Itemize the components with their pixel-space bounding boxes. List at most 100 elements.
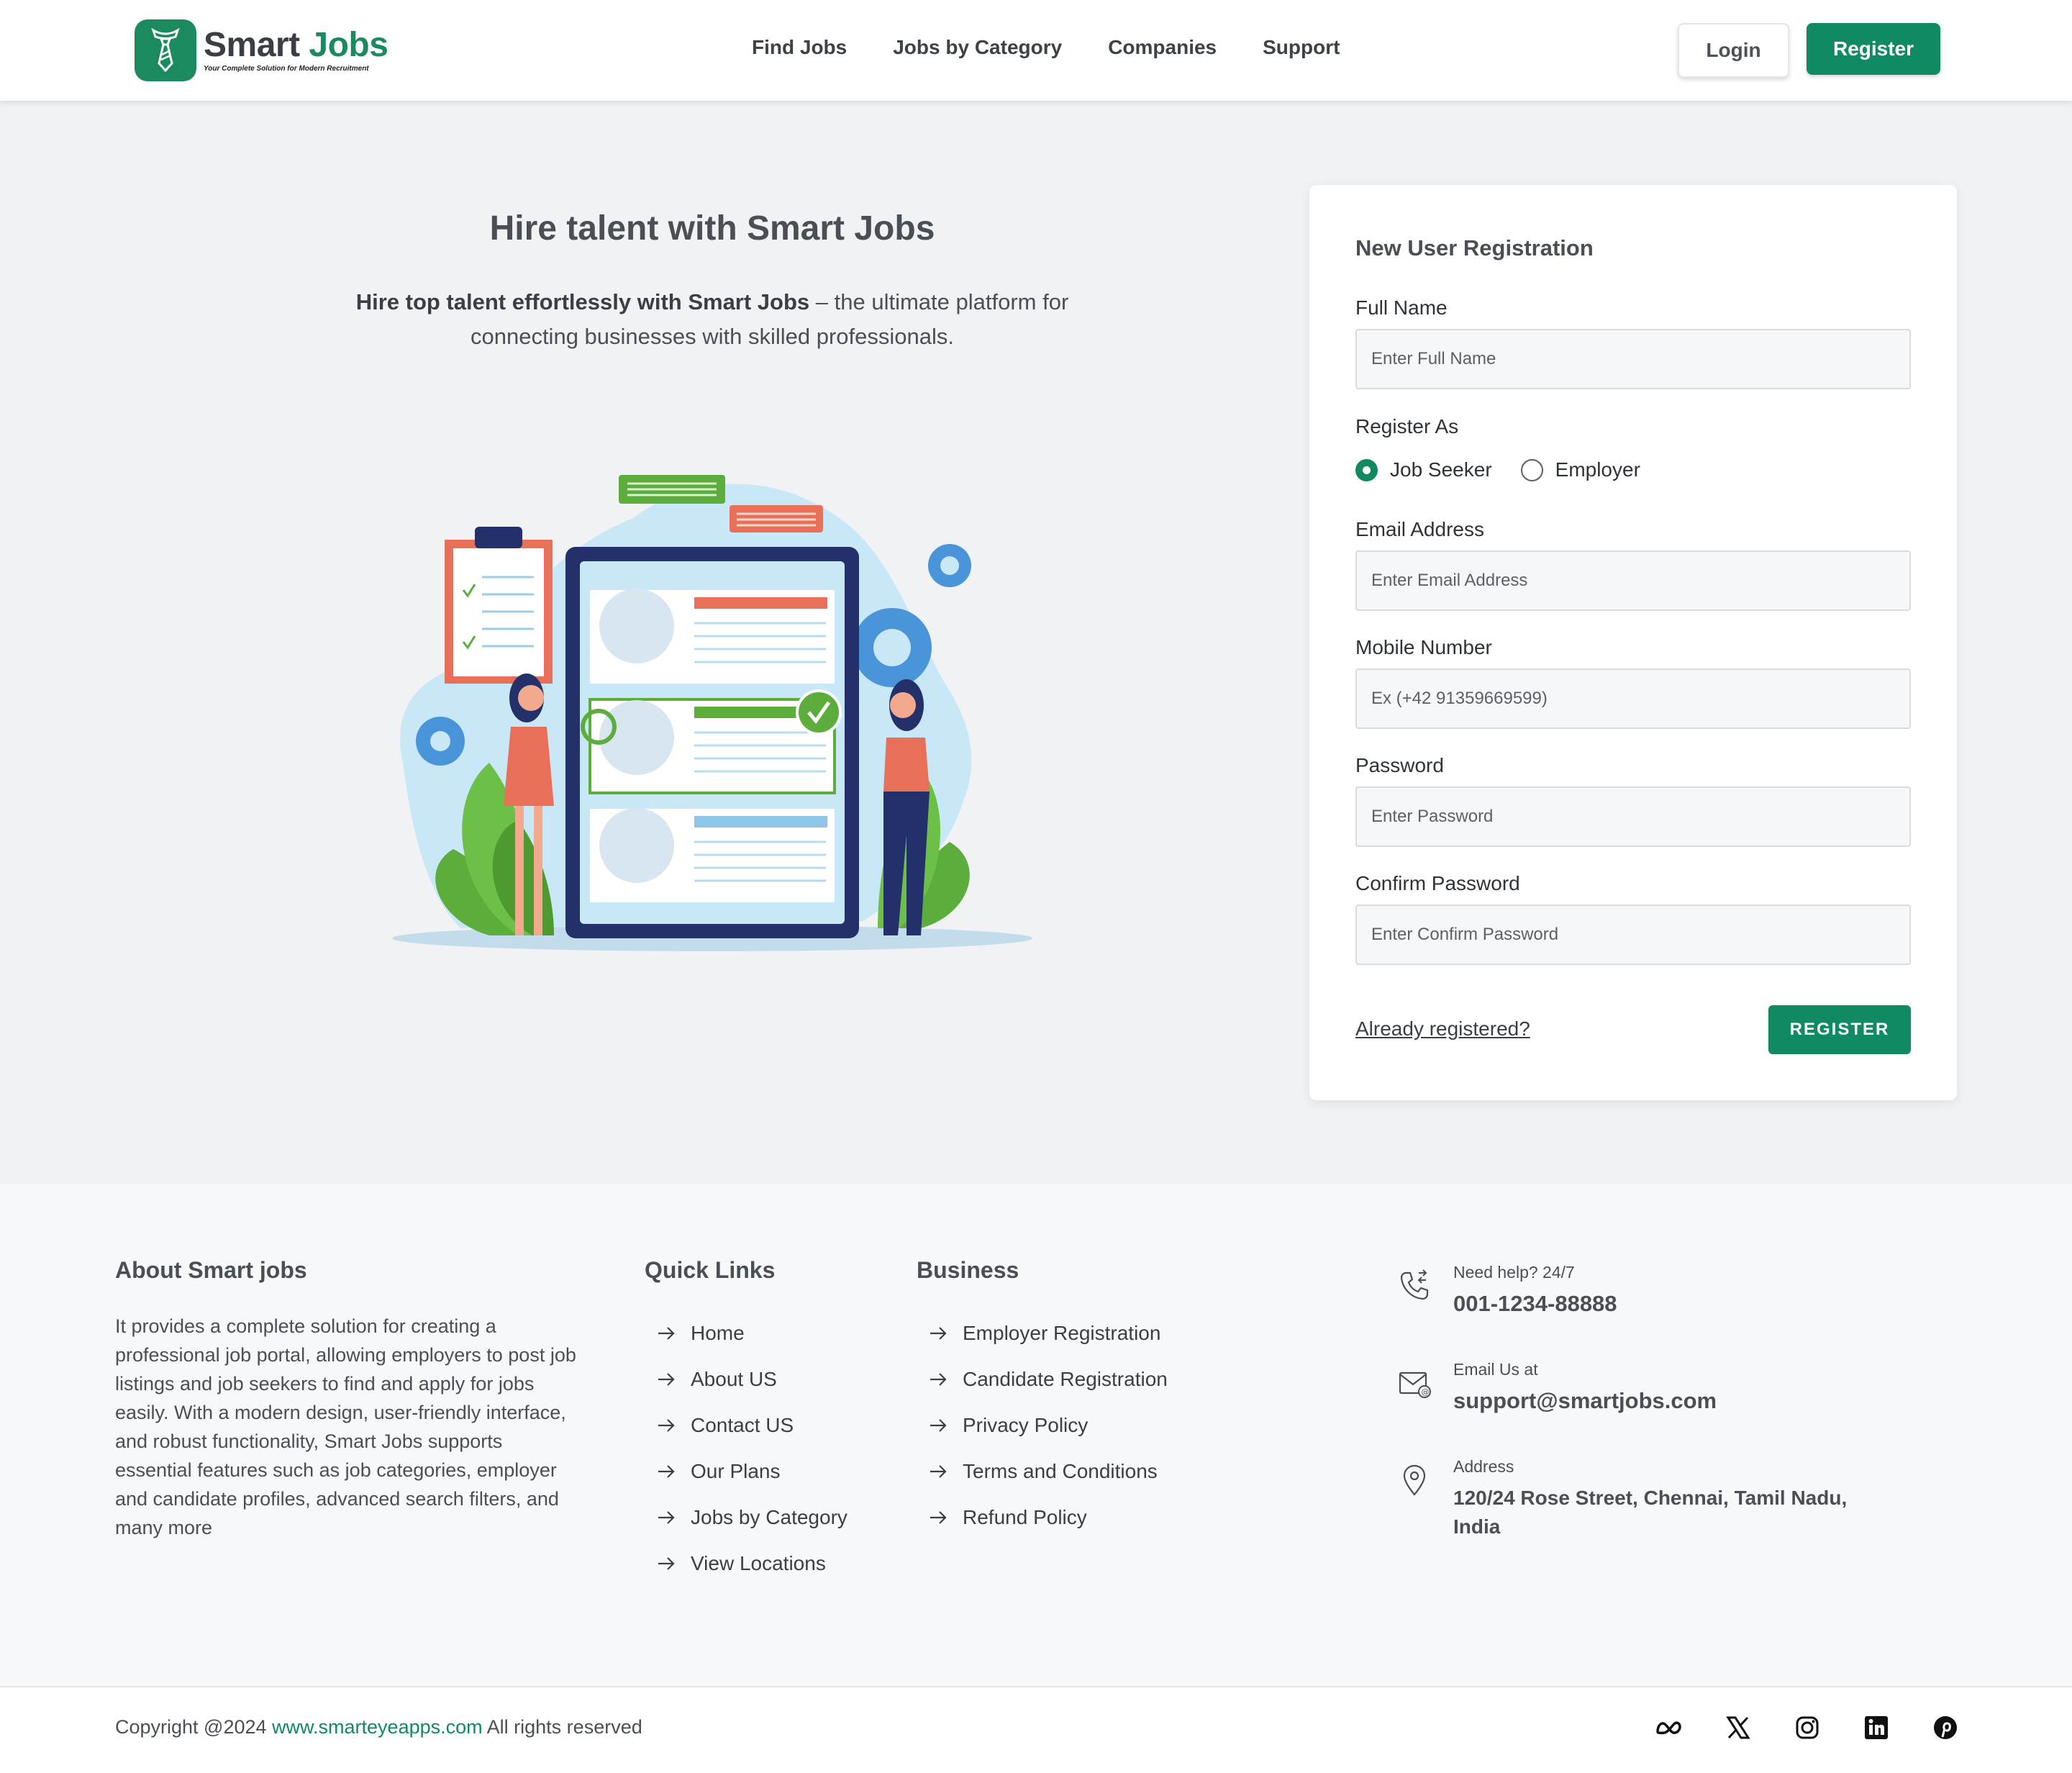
phone-label: Need help? 24/7 (1453, 1263, 1575, 1282)
footer-quick-links-heading: Quick Links (645, 1257, 776, 1283)
address-label: Address (1453, 1457, 1514, 1476)
hero-description: Hire top talent effortlessly with Smart … (345, 285, 1079, 354)
nav-jobs-by-category[interactable]: Jobs by Category (893, 36, 1062, 59)
footer-link-about-label: About US (691, 1368, 777, 1390)
radio-employer[interactable]: Employer (1520, 458, 1640, 481)
bottom-bar: Copyright @2024 www.smarteyeapps.com All… (0, 1686, 2072, 1773)
phone-number[interactable]: 001-1234-88888 (1453, 1289, 1617, 1318)
footer-link-refund-policy[interactable]: Refund Policy (917, 1495, 1168, 1541)
tie-icon (135, 19, 196, 81)
radio-checked-icon[interactable] (1355, 458, 1378, 481)
footer-address-block: Address 120/24 Rose Street, Chennai, Tam… (1397, 1457, 1856, 1541)
arrow-right-icon (658, 1419, 675, 1432)
arrow-right-icon (930, 1327, 947, 1340)
register-submit-button[interactable]: REGISTER (1768, 1005, 1911, 1054)
footer-link-employer-registration[interactable]: Employer Registration (917, 1310, 1168, 1356)
email-icon: @ (1399, 1371, 1431, 1398)
footer-link-view-locations[interactable]: View Locations (645, 1541, 848, 1587)
radio-employer-label: Employer (1555, 458, 1640, 481)
arrow-right-icon (930, 1419, 947, 1432)
nav-companies[interactable]: Companies (1108, 36, 1217, 59)
password-label: Password (1355, 754, 1444, 776)
footer-quick-links: Home About US Contact US Our Plans Jobs … (645, 1310, 848, 1587)
email-label: Email Address (1355, 518, 1484, 540)
footer-phone-block: Need help? 24/7 001-1234-88888 (1397, 1263, 1617, 1318)
arrow-right-icon (930, 1465, 947, 1478)
radio-unchecked-icon[interactable] (1520, 458, 1543, 481)
register-as-label: Register As (1355, 415, 1459, 437)
linkedin-icon[interactable] (1862, 1713, 1891, 1742)
full-name-input[interactable] (1355, 329, 1911, 389)
footer-email-block: @ Email Us at support@smartjobs.com (1397, 1360, 1717, 1415)
brand-name-part2: Jobs (309, 26, 388, 64)
footer-about-text: It provides a complete solution for crea… (115, 1315, 576, 1538)
brand-name-part1: Smart (204, 26, 300, 64)
confirm-password-input[interactable] (1355, 904, 1911, 965)
footer-link-home[interactable]: Home (645, 1310, 848, 1356)
brand-name: Smart Jobs (204, 28, 388, 63)
support-email[interactable]: support@smartjobs.com (1453, 1387, 1717, 1415)
footer-link-jobs-by-category[interactable]: Jobs by Category (645, 1495, 848, 1541)
registration-title: New User Registration (1355, 235, 1594, 260)
register-as-group: Job Seeker Employer (1355, 458, 1669, 481)
copyright-prefix: Copyright @2024 (115, 1716, 273, 1738)
footer-business-heading: Business (917, 1257, 1019, 1283)
footer-link-about[interactable]: About US (645, 1356, 848, 1402)
footer-business-links: Employer Registration Candidate Registra… (917, 1310, 1168, 1541)
location-pin-icon (1403, 1464, 1426, 1496)
brand-logo[interactable]: Smart Jobs Your Complete Solution for Mo… (135, 19, 388, 81)
footer-about-heading: About Smart jobs (115, 1257, 307, 1283)
arrow-right-icon (658, 1557, 675, 1570)
copyright-site-link[interactable]: www.smarteyeapps.com (272, 1716, 483, 1738)
registration-card: New User Registration Full Name Register… (1309, 185, 1957, 1100)
footer-link-terms-label: Terms and Conditions (963, 1460, 1158, 1482)
email-label-footer: Email Us at (1453, 1360, 1538, 1379)
x-icon[interactable] (1724, 1713, 1753, 1742)
arrow-right-icon (930, 1373, 947, 1386)
footer-link-candidate-registration[interactable]: Candidate Registration (917, 1356, 1168, 1402)
arrow-right-icon (658, 1511, 675, 1524)
arrow-right-icon (930, 1511, 947, 1524)
nav-find-jobs[interactable]: Find Jobs (752, 36, 847, 59)
radio-job-seeker[interactable]: Job Seeker (1355, 458, 1492, 481)
footer-link-privacy-policy-label: Privacy Policy (963, 1414, 1089, 1436)
footer-link-candidate-registration-label: Candidate Registration (963, 1368, 1168, 1390)
hiring-illustration (374, 461, 1050, 964)
mobile-label: Mobile Number (1355, 636, 1492, 658)
login-button[interactable]: Login (1678, 23, 1789, 78)
mobile-input[interactable] (1355, 668, 1911, 729)
already-registered-link[interactable]: Already registered? (1355, 1017, 1530, 1040)
confirm-password-label: Confirm Password (1355, 872, 1520, 894)
register-header-button[interactable]: Register (1807, 23, 1940, 75)
footer-link-jobs-by-category-label: Jobs by Category (691, 1506, 848, 1528)
hero-title: Hire talent with Smart Jobs (489, 209, 935, 248)
instagram-icon[interactable] (1793, 1713, 1822, 1742)
full-name-label: Full Name (1355, 296, 1448, 319)
password-input[interactable] (1355, 786, 1911, 847)
footer-link-refund-policy-label: Refund Policy (963, 1506, 1087, 1528)
site-footer: About Smart jobs It provides a complete … (0, 1184, 2072, 1687)
footer-link-contact[interactable]: Contact US (645, 1402, 848, 1448)
radio-job-seeker-label: Job Seeker (1390, 458, 1492, 481)
footer-link-employer-registration-label: Employer Registration (963, 1322, 1161, 1344)
copyright-suffix: All rights reserved (482, 1716, 642, 1738)
site-header: Smart Jobs Your Complete Solution for Mo… (0, 0, 2072, 101)
copyright-text: Copyright @2024 www.smarteyeapps.com All… (115, 1716, 642, 1738)
pinterest-icon[interactable] (1931, 1713, 1960, 1742)
address-text: 120/24 Rose Street, Chennai, Tamil Nadu,… (1453, 1487, 1848, 1538)
arrow-right-icon (658, 1373, 675, 1386)
footer-link-terms[interactable]: Terms and Conditions (917, 1448, 1168, 1495)
email-input[interactable] (1355, 550, 1911, 611)
footer-link-contact-label: Contact US (691, 1414, 794, 1436)
main-nav: Find Jobs Jobs by Category Companies Sup… (752, 36, 1386, 59)
nav-support[interactable]: Support (1263, 36, 1340, 59)
footer-link-view-locations-label: View Locations (691, 1552, 826, 1574)
meta-icon[interactable] (1655, 1713, 1684, 1742)
brand-tagline: Your Complete Solution for Modern Recrui… (204, 65, 369, 73)
hero-lead-bold: Hire top talent effortlessly with Smart … (355, 289, 810, 314)
footer-link-plans-label: Our Plans (691, 1460, 781, 1482)
arrow-right-icon (658, 1465, 675, 1478)
footer-link-privacy-policy[interactable]: Privacy Policy (917, 1402, 1168, 1448)
social-links (1655, 1713, 2000, 1742)
footer-link-plans[interactable]: Our Plans (645, 1448, 848, 1495)
